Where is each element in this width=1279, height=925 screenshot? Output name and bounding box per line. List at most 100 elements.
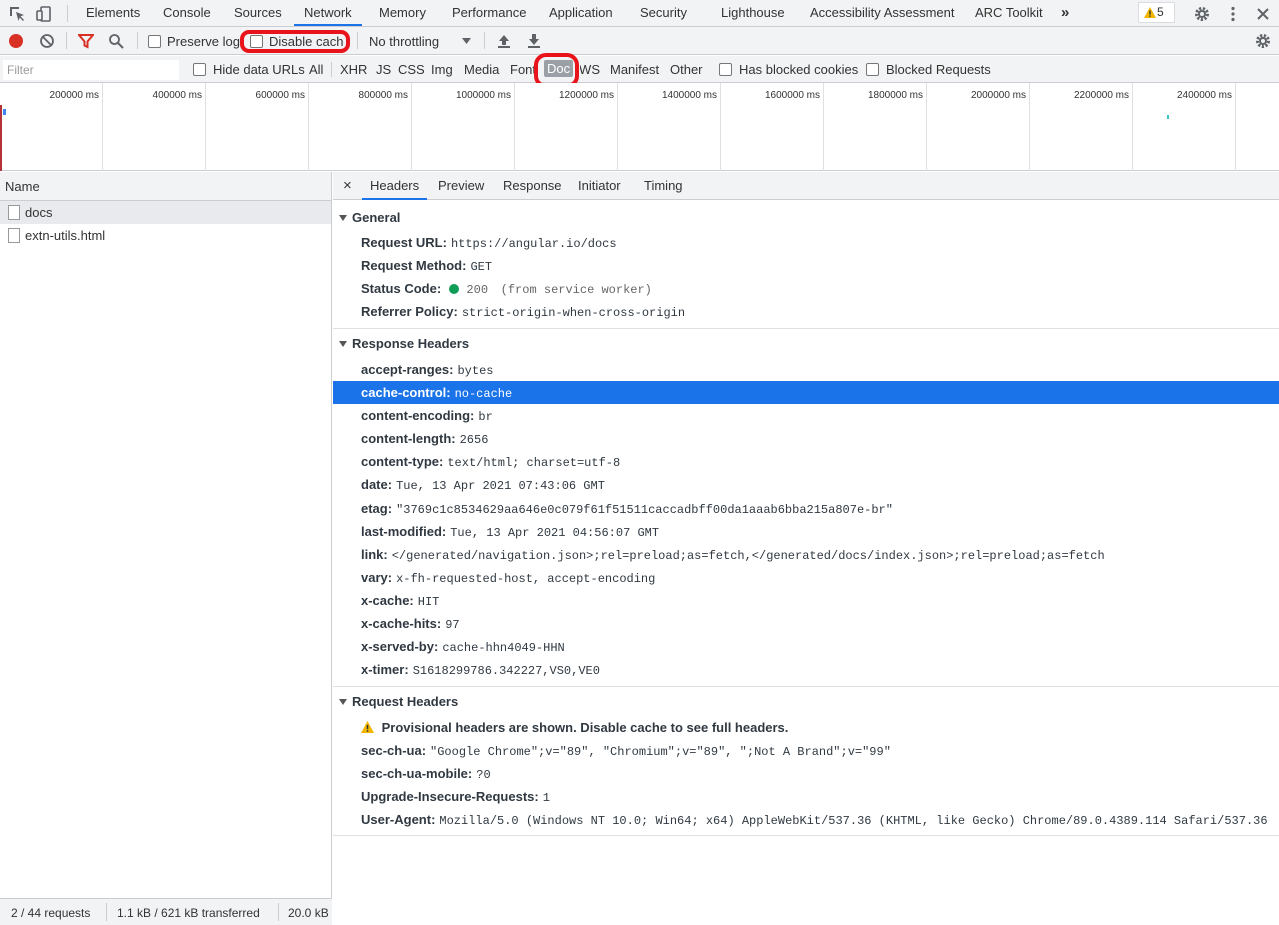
- filter-type-media[interactable]: Media: [464, 62, 499, 77]
- response-header-row[interactable]: x-served-by: cache-hhn4049-HHN: [333, 635, 1279, 658]
- throttling-select[interactable]: No throttling: [369, 34, 439, 49]
- blocked-requests-label[interactable]: Blocked Requests: [886, 62, 991, 77]
- section-general-title[interactable]: General: [339, 210, 400, 225]
- warnings-badge[interactable]: 5: [1138, 2, 1175, 23]
- tab-elements[interactable]: Elements: [86, 0, 140, 26]
- filter-type-all[interactable]: All: [309, 62, 323, 77]
- overview-gridline: [102, 83, 103, 171]
- network-status-bar: 2 / 44 requests 1.1 kB / 621 kB transfer…: [0, 898, 332, 925]
- response-header-row[interactable]: content-type: text/html; charset=utf-8: [333, 450, 1279, 473]
- column-header-name[interactable]: Name: [0, 172, 331, 201]
- filter-type-js[interactable]: JS: [376, 62, 391, 77]
- response-header-row[interactable]: x-cache: HIT: [333, 589, 1279, 612]
- filter-type-font[interactable]: Font: [510, 62, 534, 77]
- request-row-extn-utils[interactable]: extn-utils.html: [0, 224, 331, 247]
- filter-type-doc[interactable]: Doc: [544, 60, 574, 77]
- tab-arc-toolkit[interactable]: ARC Toolkit: [975, 0, 1043, 26]
- tab-initiator[interactable]: Initiator: [578, 172, 621, 200]
- filter-type-manifest[interactable]: Manifest: [610, 62, 659, 77]
- response-header-row[interactable]: x-timer: S1618299786.342227,VS0,VE0: [333, 658, 1279, 681]
- overview-gridline: [926, 83, 927, 171]
- response-header-row[interactable]: vary: x-fh-requested-host, accept-encodin…: [333, 566, 1279, 589]
- request-row-docs[interactable]: docs: [0, 201, 331, 224]
- filter-type-ws[interactable]: WS: [580, 62, 600, 77]
- request-header-row[interactable]: sec-ch-ua-mobile: ?0: [333, 762, 1279, 785]
- tab-network[interactable]: Network: [294, 0, 362, 26]
- device-toolbar-icon[interactable]: [36, 5, 54, 23]
- network-overview-timeline[interactable]: 200000 ms 400000 ms 600000 ms 800000 ms …: [0, 83, 1279, 171]
- hide-data-urls-checkbox[interactable]: [193, 63, 206, 76]
- disable-cache-label[interactable]: Disable cache: [269, 34, 344, 49]
- filter-bar: Hide data URLs All XHR JS CSS Img Media …: [0, 53, 1279, 88]
- export-har-icon[interactable]: [527, 33, 541, 49]
- response-header-row[interactable]: etag: "3769c1c8534629aa646e0c079f61f51511…: [333, 497, 1279, 520]
- has-blocked-cookies-checkbox[interactable]: [719, 63, 732, 76]
- overview-gridline: [720, 83, 721, 171]
- document-icon: [8, 228, 20, 243]
- filter-input[interactable]: [3, 60, 179, 80]
- request-name: docs: [25, 205, 53, 220]
- response-header-row[interactable]: content-length: 2656: [333, 427, 1279, 450]
- preserve-log-checkbox[interactable]: [148, 35, 161, 48]
- tab-lighthouse[interactable]: Lighthouse: [721, 0, 785, 26]
- response-header-row[interactable]: accept-ranges: bytes: [333, 358, 1279, 381]
- response-header-row[interactable]: link: </generated/navigation.json>;rel=pr…: [333, 543, 1279, 566]
- filter-type-xhr[interactable]: XHR: [340, 62, 367, 77]
- divider: [66, 32, 67, 49]
- filter-type-css[interactable]: CSS: [398, 62, 425, 77]
- section-response-headers-title[interactable]: Response Headers: [339, 336, 469, 351]
- more-options-icon[interactable]: [1224, 5, 1242, 23]
- preserve-log-label[interactable]: Preserve log: [167, 34, 240, 49]
- network-settings-gear-icon[interactable]: [1254, 32, 1272, 50]
- tab-accessibility-assessment[interactable]: Accessibility Assessment: [810, 0, 955, 26]
- record-button[interactable]: [8, 33, 24, 49]
- disable-cache-checkbox[interactable]: [250, 35, 263, 48]
- overview-tick-label: 1800000 ms: [867, 90, 923, 101]
- filter-icon[interactable]: [78, 33, 94, 49]
- chevron-down-icon[interactable]: [462, 38, 471, 44]
- response-header-row[interactable]: content-encoding: br: [333, 404, 1279, 427]
- request-header-row[interactable]: sec-ch-ua: "Google Chrome";v="89", "Chrom…: [333, 739, 1279, 762]
- clear-icon[interactable]: [39, 33, 55, 49]
- tab-security[interactable]: Security: [640, 0, 687, 26]
- tab-memory[interactable]: Memory: [379, 0, 426, 26]
- inspect-element-icon[interactable]: [8, 5, 26, 23]
- tab-performance[interactable]: Performance: [452, 0, 526, 26]
- request-header-row[interactable]: Upgrade-Insecure-Requests: 1: [333, 785, 1279, 808]
- close-devtools-icon[interactable]: [1254, 5, 1272, 23]
- tab-timing[interactable]: Timing: [644, 172, 683, 200]
- tab-preview[interactable]: Preview: [438, 172, 484, 200]
- close-detail-button[interactable]: ×: [343, 172, 352, 200]
- overview-tick-label: 800000 ms: [358, 90, 408, 101]
- blocked-requests-checkbox[interactable]: [866, 63, 879, 76]
- tab-sources[interactable]: Sources: [234, 0, 282, 26]
- import-har-icon[interactable]: [497, 33, 511, 49]
- tab-console[interactable]: Console: [163, 0, 211, 26]
- section-request-headers-title[interactable]: Request Headers: [339, 694, 458, 709]
- tab-headers[interactable]: Headers: [362, 172, 428, 200]
- filter-type-img[interactable]: Img: [431, 62, 453, 77]
- search-icon[interactable]: [108, 33, 124, 49]
- general-request-url: Request URL: https://angular.io/docs: [361, 235, 617, 251]
- filter-type-other[interactable]: Other: [670, 62, 703, 77]
- general-status-code: Status Code: 200 (from service worker): [361, 281, 652, 297]
- tab-response[interactable]: Response: [503, 172, 562, 200]
- hide-data-urls-label[interactable]: Hide data URLs: [213, 62, 305, 77]
- overview-tick-label: 2400000 ms: [1176, 90, 1232, 101]
- response-header-row[interactable]: last-modified: Tue, 13 Apr 2021 04:56:07 …: [333, 520, 1279, 543]
- request-header-row[interactable]: User-Agent: Mozilla/5.0 (Windows NT 10.0;…: [333, 808, 1279, 831]
- detail-tab-bar: × Headers Preview Response Initiator Tim…: [333, 172, 1279, 200]
- expand-triangle-icon: [339, 341, 347, 347]
- overview-tick-label: 2000000 ms: [970, 90, 1026, 101]
- response-header-row-selected[interactable]: cache-control: no-cache: [333, 381, 1279, 404]
- settings-gear-icon[interactable]: [1193, 5, 1211, 23]
- response-header-row[interactable]: x-cache-hits: 97: [333, 612, 1279, 635]
- overview-gridline: [411, 83, 412, 171]
- status-resources: 20.0 kB: [288, 906, 329, 920]
- overview-gridline: [1132, 83, 1133, 171]
- tab-application[interactable]: Application: [549, 0, 613, 26]
- response-header-row[interactable]: date: Tue, 13 Apr 2021 07:43:06 GMT: [333, 473, 1279, 496]
- divider: [484, 32, 485, 49]
- has-blocked-cookies-label[interactable]: Has blocked cookies: [739, 62, 858, 77]
- more-tabs-button[interactable]: »: [1061, 0, 1069, 26]
